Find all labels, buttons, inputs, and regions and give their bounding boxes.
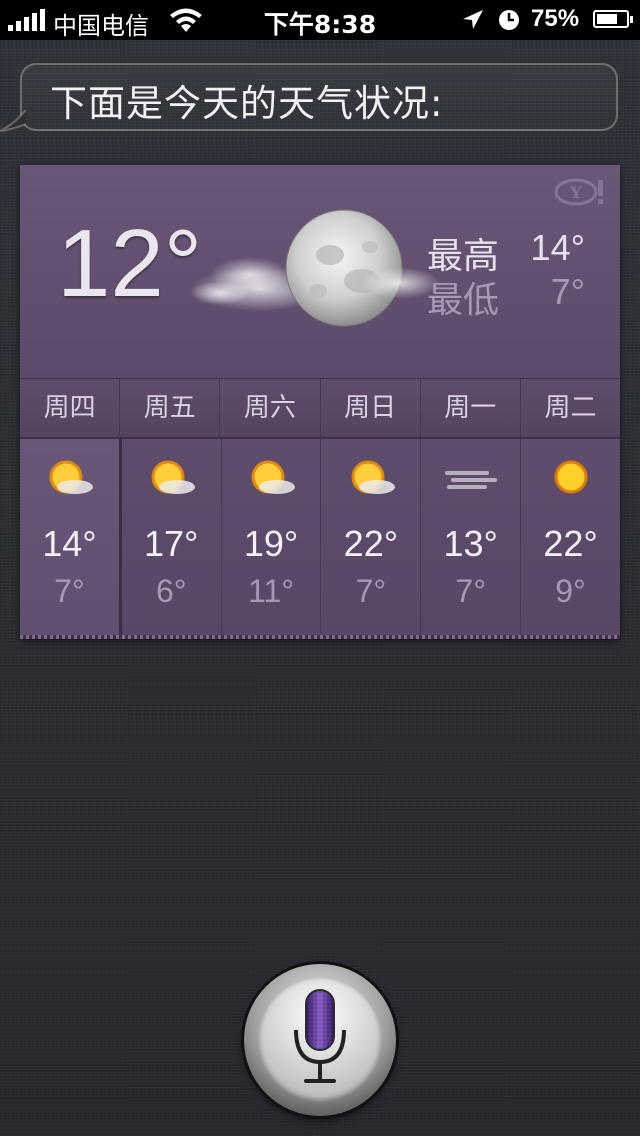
forecast-low: 7° [455,573,487,609]
forecast-day: 17° 6° [121,439,222,639]
forecast-high: 19° [243,523,299,564]
status-bar: 中国电信 下午8:38 75% [0,0,640,40]
carrier-name: 中国电信 [53,12,149,40]
siri-mic-button[interactable] [244,964,396,1116]
sun-cloud-icon [251,460,296,494]
sun-cloud-icon [351,460,395,494]
day-label: 周五 [120,379,221,437]
high-value: 14° [530,227,585,268]
forecast-day: 22° 7° [321,439,422,639]
current-weather: Y 12° 最高 14° 最低 7° [20,165,620,379]
alarm-clock-icon [499,10,519,30]
weather-card[interactable]: Y 12° 最高 14° 最低 7° 周四 周五 周六 周日 周一 周二 14°… [20,165,620,639]
wifi-icon [170,8,202,32]
microphone-icon [294,989,346,1083]
forecast-high: 22° [543,523,598,564]
low-value: 7° [550,271,585,312]
current-temperature: 12° [57,210,203,317]
yahoo-logo-icon: Y [554,178,603,206]
forecast-day-header: 周四 周五 周六 周日 周一 周二 [20,379,620,439]
low-label: 最低 [427,280,500,321]
signal-icon [8,9,45,31]
forecast-low: 9° [555,573,586,609]
wind-icon [444,471,497,489]
forecast-day: 19° 11° [221,439,322,639]
sun-icon [554,460,588,494]
siri-response-text: 下面是今天的天气状况: [50,82,444,125]
forecast-day: 14° 7° [20,439,122,639]
forecast-high: 17° [144,523,199,564]
bubble-tail [0,110,26,132]
forecast-day: 22° 9° [521,439,620,639]
svg-text:Y: Y [569,183,582,202]
moon-cloud-icon [190,209,440,327]
battery-icon [593,10,633,28]
day-label: 周二 [544,393,597,423]
forecast-low: 7° [355,573,387,609]
day-label: 周日 [321,379,421,437]
day-label: 周六 [220,379,321,437]
day-label: 周四 [20,379,121,437]
battery-percent: 75% [531,5,580,32]
sun-cloud-icon [151,460,196,494]
forecast-high: 22° [343,523,399,564]
sun-cloud-icon [49,460,94,494]
forecast-low: 7° [54,573,85,609]
card-perforation [20,635,620,639]
forecast-day: 13° 7° [421,439,522,639]
forecast-low: 6° [155,573,187,609]
location-arrow-icon [463,10,483,29]
forecast-high: 13° [443,523,498,564]
day-label: 周一 [421,379,521,437]
forecast-high: 14° [42,523,97,564]
forecast-low: 11° [248,573,295,609]
forecast-row: 14° 7° 17° 6° 19° 11° 22° 7° 13° 7° 22° … [20,439,620,639]
